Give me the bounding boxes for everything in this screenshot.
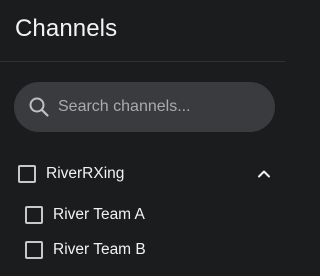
channel-group-riverrxing[interactable]: RiverRXing: [18, 162, 273, 186]
channel-label: River Team A: [53, 206, 145, 223]
channel-item-river-team-a[interactable]: River Team A: [25, 203, 265, 227]
header-divider: [0, 61, 285, 62]
channel-label: River Team B: [53, 241, 146, 258]
channel-item-river-team-b[interactable]: River Team B: [25, 238, 265, 262]
group-label: RiverRXing: [46, 165, 125, 182]
search-icon[interactable]: [28, 96, 50, 118]
chevron-up-icon[interactable]: [255, 165, 273, 183]
search-input[interactable]: [58, 98, 258, 116]
group-checkbox[interactable]: [18, 165, 36, 183]
channels-panel: Channels RiverRXing River Team A River T…: [0, 0, 285, 276]
page-title: Channels: [15, 15, 118, 42]
search-box[interactable]: [14, 82, 275, 132]
channel-checkbox[interactable]: [25, 241, 43, 259]
channel-checkbox[interactable]: [25, 206, 43, 224]
